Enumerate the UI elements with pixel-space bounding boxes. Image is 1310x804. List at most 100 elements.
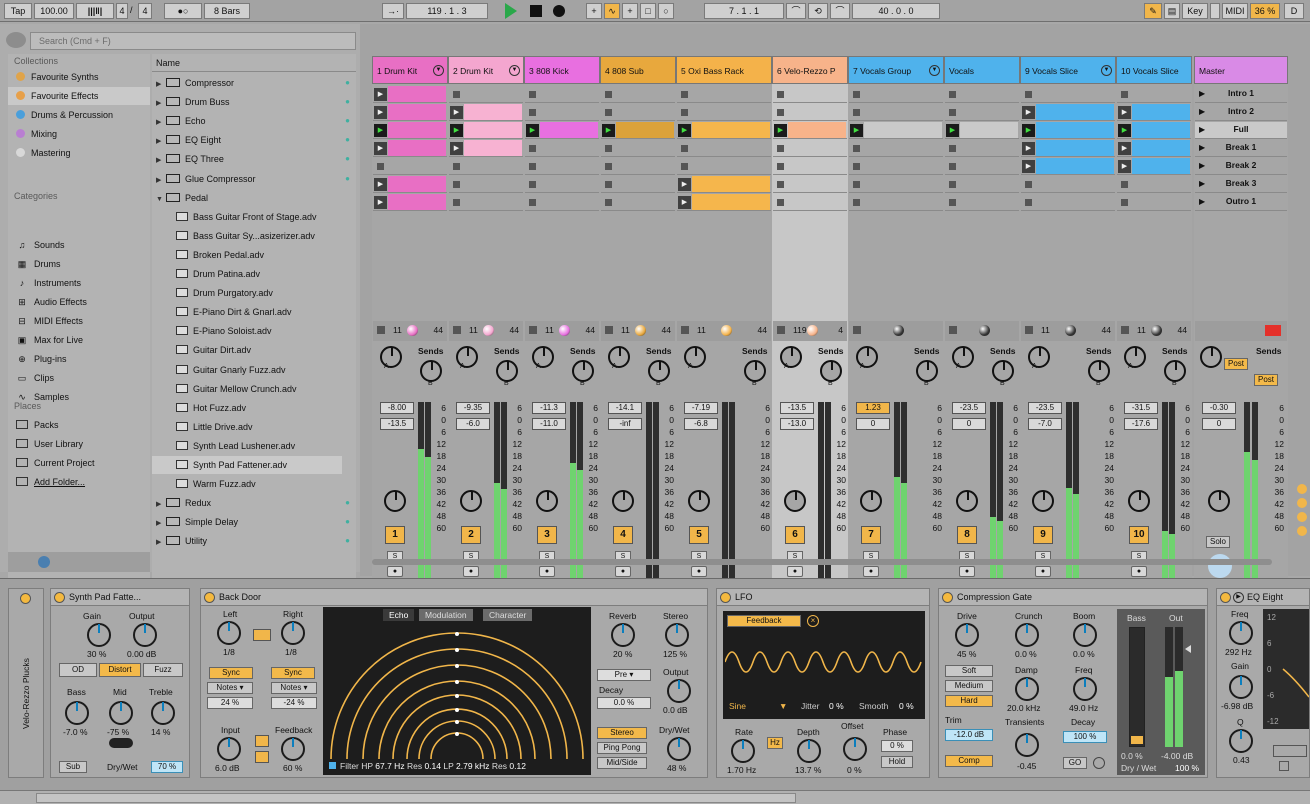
treble-knob[interactable] bbox=[151, 701, 175, 725]
bass-knob[interactable] bbox=[65, 701, 89, 725]
keyboard-icon[interactable]: ▤ bbox=[1164, 3, 1180, 19]
signature-denominator[interactable]: 4 bbox=[138, 3, 152, 19]
tap-button[interactable]: Tap bbox=[4, 3, 32, 19]
pan-knob[interactable] bbox=[460, 490, 482, 512]
volume-field[interactable]: -11.3 bbox=[532, 402, 566, 414]
offset-knob[interactable] bbox=[843, 737, 867, 761]
clip[interactable] bbox=[1036, 122, 1114, 138]
clip-stop-icon[interactable] bbox=[949, 91, 956, 98]
clip-slot[interactable]: ▶ bbox=[773, 122, 847, 139]
clip-play-icon[interactable]: ▶ bbox=[374, 124, 387, 137]
collection-item[interactable]: Drums & Percussion bbox=[8, 106, 150, 124]
gain-knob[interactable] bbox=[1229, 675, 1253, 699]
clip-stop-icon[interactable] bbox=[949, 199, 956, 206]
clip-slot[interactable]: ▶ bbox=[1117, 122, 1191, 139]
waveform-arrow-icon[interactable]: ▼ bbox=[779, 701, 787, 711]
clip-slot[interactable] bbox=[773, 104, 847, 121]
clip-play-icon[interactable]: ▶ bbox=[1118, 124, 1131, 137]
clip-slot[interactable] bbox=[601, 86, 675, 103]
play-icon[interactable] bbox=[505, 3, 517, 19]
overdub-icon[interactable]: + bbox=[586, 3, 602, 19]
punch-in-icon[interactable]: ⌒ bbox=[786, 3, 806, 19]
drive-knob[interactable] bbox=[955, 623, 979, 647]
track-activator-button[interactable]: 8 bbox=[957, 526, 977, 544]
clip-stop-icon[interactable] bbox=[453, 199, 460, 206]
preview-icon[interactable] bbox=[38, 556, 50, 568]
place-item[interactable]: User Library bbox=[8, 435, 150, 453]
key-map-button[interactable]: Key bbox=[1182, 3, 1208, 19]
clip-slot[interactable] bbox=[945, 104, 1019, 121]
clip-slot[interactable] bbox=[1021, 194, 1115, 211]
clip-play-icon[interactable]: ▶ bbox=[1022, 142, 1035, 155]
session-record-icon[interactable]: □ bbox=[640, 3, 656, 19]
track-activator-icon[interactable] bbox=[605, 326, 613, 334]
send-b-knob[interactable] bbox=[572, 360, 594, 382]
device-folder-item[interactable]: ▶ EQ Eight ● bbox=[152, 131, 350, 149]
loop-length-field[interactable]: 40 . 0 . 0 bbox=[852, 3, 940, 19]
monitor-ball-icon[interactable] bbox=[807, 325, 818, 336]
track-activator-button[interactable]: 7 bbox=[861, 526, 881, 544]
clip-play-icon[interactable]: ▶ bbox=[374, 106, 387, 119]
gain-knob[interactable] bbox=[87, 623, 111, 647]
clip-stop-icon[interactable] bbox=[853, 163, 860, 170]
sync-left-button[interactable]: Sync bbox=[209, 667, 253, 679]
clip-stop-icon[interactable] bbox=[453, 163, 460, 170]
device-folder-item[interactable]: ▶ Simple Delay ● bbox=[152, 513, 350, 531]
preset-file-item[interactable]: Drum Patina.adv bbox=[152, 265, 342, 283]
clip-slot[interactable]: ▶ bbox=[1021, 140, 1115, 157]
clip[interactable] bbox=[1036, 104, 1114, 120]
place-item[interactable]: Add Folder... bbox=[8, 473, 150, 491]
fold-icon[interactable]: ▼ bbox=[929, 65, 940, 76]
arm-button[interactable]: ● bbox=[1035, 566, 1051, 577]
clip-slot[interactable]: ▶ bbox=[1117, 104, 1191, 121]
pan-knob[interactable] bbox=[612, 490, 634, 512]
clip[interactable] bbox=[1132, 122, 1190, 138]
clip-slot[interactable] bbox=[677, 86, 771, 103]
waveform-select[interactable]: Sine bbox=[729, 701, 746, 711]
clip[interactable] bbox=[1132, 158, 1190, 174]
out-threshold-icon[interactable] bbox=[1185, 645, 1191, 653]
feedback-button[interactable]: Feedback bbox=[727, 615, 801, 627]
song-position-field[interactable]: 119 . 1 . 3 bbox=[406, 3, 488, 19]
clip-stop-icon[interactable] bbox=[529, 91, 536, 98]
browser-toggle-icon[interactable] bbox=[6, 32, 26, 48]
clip-stop-icon[interactable] bbox=[529, 199, 536, 206]
right-offset-field[interactable]: -24 % bbox=[271, 697, 317, 709]
clip-slot[interactable] bbox=[449, 176, 523, 193]
preset-file-item[interactable]: Hot Fuzz.adv bbox=[152, 399, 342, 417]
clip-icon[interactable] bbox=[255, 735, 269, 747]
cue-knob[interactable] bbox=[1200, 346, 1222, 368]
clip-play-icon[interactable]: ▶ bbox=[774, 124, 787, 137]
hp-value[interactable]: 67.7 Hz bbox=[375, 761, 404, 771]
arm-button[interactable]: ● bbox=[615, 566, 631, 577]
clip-stop-icon[interactable] bbox=[681, 145, 688, 152]
master-pan-knob[interactable] bbox=[1208, 490, 1230, 512]
reverb-position-select[interactable]: Pre ▾ bbox=[597, 669, 651, 681]
drywet-knob[interactable] bbox=[667, 737, 691, 761]
clip-stop-icon[interactable] bbox=[777, 109, 784, 116]
loop-start-field[interactable]: 7 . 1 . 1 bbox=[704, 3, 784, 19]
track-activator-icon[interactable] bbox=[777, 326, 785, 334]
arm-button[interactable]: ● bbox=[691, 566, 707, 577]
clip-play-icon[interactable]: ▶ bbox=[526, 124, 539, 137]
clip-stop-icon[interactable] bbox=[1025, 199, 1032, 206]
master-header[interactable]: Master bbox=[1194, 56, 1288, 84]
clip-slot[interactable] bbox=[849, 104, 943, 121]
pan-knob[interactable] bbox=[784, 490, 806, 512]
track-header[interactable]: 6 Velo-Rezzo P bbox=[772, 56, 848, 84]
track-activator-button[interactable]: 6 bbox=[785, 526, 805, 544]
track-activator-button[interactable]: 9 bbox=[1033, 526, 1053, 544]
clip-slot[interactable] bbox=[601, 104, 675, 121]
scene-row[interactable]: ▶ Intro 2 bbox=[1195, 104, 1287, 121]
clip-stop-icon[interactable] bbox=[605, 181, 612, 188]
pan-knob[interactable] bbox=[384, 490, 406, 512]
link-icon[interactable] bbox=[253, 629, 271, 641]
volume-field[interactable]: -31.5 bbox=[1124, 402, 1158, 414]
clip-slot[interactable]: ▶ bbox=[373, 86, 447, 103]
clip-stop-icon[interactable] bbox=[1121, 199, 1128, 206]
clip-slot[interactable] bbox=[849, 158, 943, 175]
track-header[interactable]: 4 808 Sub bbox=[600, 56, 676, 84]
scene-row[interactable]: ▶ Break 2 bbox=[1195, 158, 1287, 175]
track-activator-icon[interactable] bbox=[681, 326, 689, 334]
fold-icon[interactable]: ▼ bbox=[433, 65, 444, 76]
